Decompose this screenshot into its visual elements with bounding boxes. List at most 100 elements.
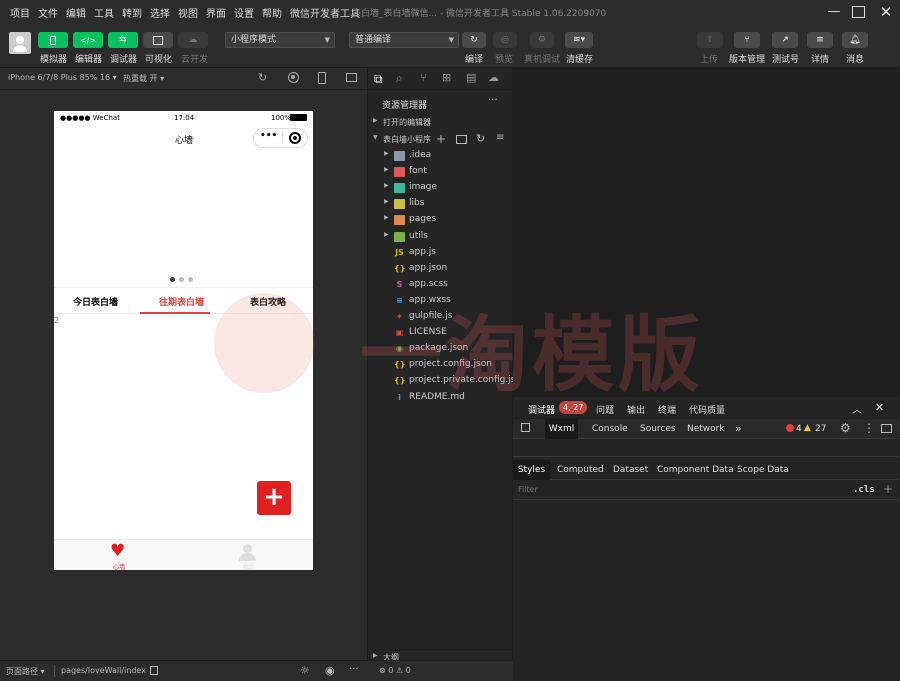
tab-terminal[interactable]: 终端 — [658, 403, 676, 416]
tab-debugger[interactable]: 调试器 — [528, 403, 555, 416]
refresh-icon[interactable]: ↻ — [476, 132, 485, 145]
menu-item-project[interactable]: 项目 — [6, 5, 34, 20]
page-path: pages/loveWall/index — [61, 666, 146, 675]
files-icon[interactable]: ⧉ — [374, 72, 383, 87]
cls-toggle[interactable]: .cls — [853, 485, 875, 495]
menu-item-interface[interactable]: 界面 — [202, 5, 230, 20]
tab-network[interactable]: Network — [687, 424, 725, 434]
compile-select[interactable]: 普通编译 ▼ — [349, 32, 459, 48]
menu-item-file[interactable]: 文件 — [34, 5, 62, 20]
menu-item-settings[interactable]: 设置 — [230, 5, 258, 20]
toolbar: 模拟器 </> 编辑器 ⇆ 调试器 可视化 ☁ 云开发 小程序模式 ▼ 普通编译 ▼… — [0, 24, 900, 68]
close-icon[interactable]: ✕ — [878, 4, 894, 20]
folder-item[interactable]: ▶ utils — [368, 229, 514, 245]
kebab-menu-icon[interactable]: ⋮ — [863, 421, 875, 435]
more-icon[interactable]: ••• — [260, 131, 277, 141]
tab-today[interactable]: 今日表白墙 — [73, 295, 118, 308]
test-account-button[interactable]: ↗ — [772, 32, 798, 48]
warning-count[interactable]: 27 — [815, 424, 826, 434]
cloud-button[interactable]: ☁ — [178, 32, 208, 48]
tab-console[interactable]: Console — [592, 424, 628, 434]
page-path-label[interactable]: 页面路径 ▾ — [6, 666, 45, 677]
explorer-more-icon[interactable]: ··· — [488, 95, 498, 106]
settings-gear-icon[interactable]: ⚙ — [840, 421, 851, 435]
maximize-icon[interactable] — [852, 6, 865, 18]
tab-code-quality[interactable]: 代码质量 — [689, 403, 725, 416]
editor-button[interactable]: </> — [73, 32, 103, 48]
file-item[interactable]: {} app.json — [368, 261, 514, 277]
docker-icon[interactable]: ☁ — [488, 71, 499, 84]
more-tabs-icon[interactable]: » — [735, 422, 742, 435]
menu-item-goto[interactable]: 转到 — [118, 5, 146, 20]
version-button[interactable]: ⑂ — [734, 32, 760, 48]
messages-button[interactable]: 🔔︎ — [842, 32, 868, 48]
wxml-tree — [513, 439, 900, 457]
tab-computed[interactable]: Computed — [557, 465, 604, 475]
folder-item[interactable]: ▶ .idea — [368, 148, 514, 164]
simulator-button[interactable] — [38, 32, 68, 48]
tab-scope-data[interactable]: Scope Data — [737, 465, 789, 475]
bug-icon[interactable]: ☼ — [300, 664, 310, 677]
upload-button[interactable]: ⇧ — [697, 32, 723, 48]
filter-input[interactable] — [516, 482, 846, 497]
tab-problems[interactable]: 问题 — [596, 403, 614, 416]
dock-icon[interactable] — [881, 424, 892, 433]
menu-item-edit[interactable]: 编辑 — [62, 5, 90, 20]
preview-eye-icon[interactable]: ◉ — [325, 664, 335, 677]
tabbar-item-wall[interactable]: ♥ 心墙 — [109, 543, 129, 571]
tab-past[interactable]: 往期表白墙 — [159, 295, 204, 308]
search-icon[interactable]: ⌕ — [396, 71, 403, 86]
folder-item[interactable]: ▶ pages — [368, 212, 514, 228]
avatar[interactable] — [9, 32, 31, 54]
problems-summary[interactable]: ⊗ 0 ⚠ 0 — [379, 666, 411, 675]
storage-icon[interactable]: ▤ — [466, 71, 476, 84]
detach-window-icon[interactable] — [346, 73, 357, 82]
tab-sources[interactable]: Sources — [640, 424, 676, 434]
device-debug-button[interactable]: ⚙ — [530, 32, 554, 48]
menu-item-tools[interactable]: 工具 — [90, 5, 118, 20]
chevron-up-icon[interactable]: ︿ — [852, 401, 862, 416]
device-select[interactable]: iPhone 6/7/8 Plus 85% 16 ▾ — [8, 73, 117, 82]
minimize-icon[interactable]: — — [826, 4, 842, 20]
tabbar-item-mine[interactable]: 我的 — [239, 543, 259, 570]
open-editors-section[interactable]: ▶ 打开的编辑器 — [368, 115, 514, 131]
new-folder-icon[interactable] — [456, 135, 467, 144]
clear-cache-button[interactable]: ≋▾ — [565, 32, 593, 48]
folder-item[interactable]: ▶ font — [368, 164, 514, 180]
details-button[interactable]: ≡ — [807, 32, 833, 48]
tab-dataset[interactable]: Dataset — [613, 465, 648, 475]
copy-icon[interactable] — [150, 666, 158, 675]
carousel-dots[interactable] — [170, 277, 193, 282]
add-post-button[interactable]: + — [257, 481, 291, 515]
visual-button[interactable] — [143, 32, 173, 48]
add-rule-icon[interactable]: + — [883, 482, 893, 496]
tab-wxml[interactable]: Wxml — [545, 419, 578, 439]
folder-item[interactable]: ▶ image — [368, 180, 514, 196]
file-item[interactable]: JS app.js — [368, 245, 514, 261]
more-icon[interactable]: ··· — [349, 664, 359, 675]
tab-styles[interactable]: Styles — [513, 460, 550, 480]
project-section[interactable]: ▼ 表白墙小程序 + ↻ ≡ — [368, 132, 514, 148]
mode-select[interactable]: 小程序模式 ▼ — [225, 32, 335, 48]
hot-reload-toggle[interactable]: 热重载 开 ▾ — [123, 73, 164, 84]
close-miniprogram-icon[interactable] — [289, 132, 301, 144]
collapse-icon[interactable]: ≡ — [496, 132, 504, 143]
rotate-icon[interactable]: ↻ — [258, 71, 267, 84]
git-icon[interactable]: ⑂ — [420, 71, 427, 84]
tab-output[interactable]: 输出 — [627, 403, 645, 416]
tab-component-data[interactable]: Component Data — [657, 465, 734, 475]
record-icon[interactable] — [288, 72, 299, 83]
compile-button[interactable]: ↻ — [462, 32, 486, 48]
extensions-icon[interactable]: ⊞ — [442, 71, 451, 84]
preview-button[interactable]: ◎ — [493, 32, 517, 48]
folder-item[interactable]: ▶ libs — [368, 196, 514, 212]
error-count[interactable]: 4 — [796, 424, 802, 434]
debugger-button[interactable]: ⇆ — [108, 32, 138, 48]
new-file-icon[interactable]: + — [436, 132, 446, 146]
menu-item-select[interactable]: 选择 — [146, 5, 174, 20]
menu-item-help[interactable]: 帮助 — [258, 5, 286, 20]
phone-icon[interactable] — [318, 72, 326, 84]
inspect-icon[interactable] — [521, 423, 530, 432]
close-panel-icon[interactable]: ✕ — [875, 401, 884, 414]
menu-item-view[interactable]: 视图 — [174, 5, 202, 20]
